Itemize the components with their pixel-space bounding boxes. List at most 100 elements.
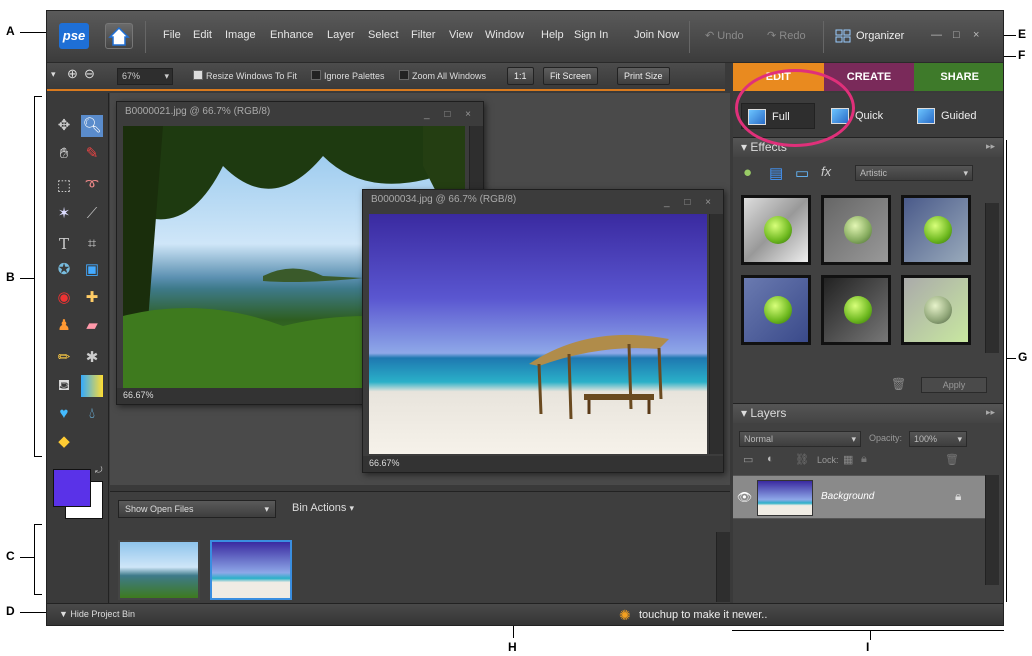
- close-icon[interactable]: ×: [973, 29, 979, 41]
- brush-tool-icon[interactable]: ✏: [53, 347, 75, 369]
- join-now-link[interactable]: Join Now: [634, 29, 679, 41]
- options-menu-icon[interactable]: ▾: [51, 69, 56, 80]
- lock-all-icon[interactable]: 🔒︎: [861, 453, 867, 466]
- bin-thumbnail-beach[interactable]: [210, 540, 292, 600]
- foreground-color-swatch-front[interactable]: [53, 469, 91, 507]
- opacity-input[interactable]: 100%: [909, 431, 967, 447]
- ignore-palettes-checkbox[interactable]: Ignore Palettes: [311, 70, 385, 81]
- smart-brush-icon[interactable]: ✱: [81, 347, 103, 369]
- hide-project-bin-button[interactable]: ▼ Hide Project Bin: [59, 609, 135, 619]
- menu-select[interactable]: Select: [368, 29, 399, 41]
- trash-icon[interactable]: 🗑︎: [891, 377, 906, 391]
- visibility-eye-icon[interactable]: 👁︎: [737, 490, 752, 504]
- blend-mode-dropdown[interactable]: Normal: [739, 431, 861, 447]
- marquee-tool-icon[interactable]: ⬚: [53, 175, 75, 197]
- organizer-button[interactable]: Organizer: [835, 25, 904, 47]
- all-effects-icon[interactable]: fx: [821, 164, 831, 179]
- document-window-controls[interactable]: _ □ ×: [664, 197, 717, 208]
- effect-thumbnail[interactable]: [901, 275, 971, 345]
- bin-thumbnail-tropical[interactable]: [118, 540, 200, 600]
- gradient-tool-icon[interactable]: [81, 375, 103, 397]
- document-scrollbar[interactable]: [709, 214, 723, 454]
- maximize-icon[interactable]: □: [953, 29, 960, 41]
- sponge-tool-icon[interactable]: ◆: [53, 431, 75, 453]
- menu-edit[interactable]: Edit: [193, 29, 212, 41]
- guided-edit-button[interactable]: Guided: [911, 103, 976, 129]
- red-eye-tool-icon[interactable]: ◉: [53, 287, 75, 309]
- undo-button[interactable]: ↶ Undo: [705, 29, 744, 42]
- fit-screen-button[interactable]: Fit Screen: [543, 67, 599, 85]
- resize-windows-checkbox[interactable]: Resize Windows To Fit: [193, 70, 297, 81]
- document-window-controls[interactable]: _ □ ×: [424, 109, 477, 120]
- new-layer-icon[interactable]: ▭: [743, 453, 753, 466]
- effects-panel-header[interactable]: ▾ Effects ▸▸: [733, 137, 1003, 157]
- layer-row[interactable]: 👁︎ Background 🔒︎: [733, 475, 989, 519]
- document-window[interactable]: B0000034.jpg @ 66.7% (RGB/8) _ □ × 66.67…: [362, 189, 724, 473]
- print-size-button[interactable]: Print Size: [617, 67, 670, 85]
- zoom-all-label: Zoom All Windows: [412, 71, 487, 81]
- menu-window[interactable]: Window: [485, 29, 524, 41]
- tab-share[interactable]: SHARE: [914, 63, 1003, 91]
- effect-thumbnail[interactable]: [821, 195, 891, 265]
- filters-icon[interactable]: ●: [743, 164, 752, 181]
- menu-help[interactable]: Help: [541, 29, 564, 41]
- sign-in-link[interactable]: Sign In: [574, 29, 608, 41]
- recompose-tool-icon[interactable]: ▣: [81, 259, 103, 281]
- paint-bucket-icon[interactable]: ⛾: [53, 375, 75, 397]
- effects-scrollbar[interactable]: [985, 203, 999, 353]
- type-tool-icon[interactable]: T: [53, 233, 75, 255]
- quick-selection-icon[interactable]: ⟋: [81, 203, 103, 225]
- panel-menu-icon[interactable]: ▸▸: [986, 407, 995, 418]
- menu-view[interactable]: View: [449, 29, 473, 41]
- panel-menu-icon[interactable]: ▸▸: [986, 141, 995, 152]
- hand-tool-icon[interactable]: ✋︎: [53, 143, 75, 165]
- photo-effects-icon[interactable]: ▭: [795, 164, 809, 182]
- menu-filter[interactable]: Filter: [411, 29, 435, 41]
- blur-tool-icon[interactable]: 💧︎: [81, 403, 103, 425]
- bin-scrollbar[interactable]: [716, 532, 730, 602]
- layer-styles-icon[interactable]: ▤: [769, 164, 783, 182]
- tab-create[interactable]: CREATE: [823, 63, 915, 91]
- tab-edit[interactable]: EDIT: [733, 63, 824, 91]
- link-icon[interactable]: ⛓︎: [795, 453, 809, 466]
- eraser-tool-icon[interactable]: ▰: [81, 315, 103, 337]
- eyedropper-tool-icon[interactable]: ✎: [81, 143, 103, 165]
- home-button[interactable]: [105, 23, 133, 49]
- bin-actions-menu[interactable]: Bin Actions ▾: [292, 502, 354, 514]
- quick-fix-button[interactable]: Quick: [825, 103, 883, 129]
- magic-wand-icon[interactable]: ✶: [53, 203, 75, 225]
- move-tool-icon[interactable]: ✥: [53, 115, 75, 137]
- swap-colors-icon[interactable]: ⤾: [95, 465, 103, 476]
- redo-button[interactable]: ↷ Redo: [767, 29, 806, 42]
- zoom-tool-icon[interactable]: 🔍︎: [81, 115, 103, 137]
- cookie-cutter-icon[interactable]: ✪: [53, 259, 75, 281]
- zoom-all-checkbox[interactable]: Zoom All Windows: [399, 70, 486, 81]
- custom-shape-icon[interactable]: ♥: [53, 403, 75, 425]
- menu-file[interactable]: File: [163, 29, 181, 41]
- minimize-icon[interactable]: —: [931, 29, 942, 41]
- lock-transparent-icon[interactable]: ▦: [843, 453, 853, 466]
- effect-thumbnail[interactable]: [901, 195, 971, 265]
- menu-layer[interactable]: Layer: [327, 29, 355, 41]
- actual-pixels-button[interactable]: 1:1: [507, 67, 534, 85]
- zoom-level-input[interactable]: 67% ▾: [117, 68, 173, 85]
- show-open-files-dropdown[interactable]: Show Open Files ▾: [118, 500, 276, 518]
- apply-effect-button[interactable]: Apply: [921, 377, 987, 393]
- clone-stamp-icon[interactable]: ♟: [53, 315, 75, 337]
- effect-thumbnail[interactable]: [821, 275, 891, 345]
- lasso-tool-icon[interactable]: ➰︎: [81, 175, 103, 197]
- effects-category-dropdown[interactable]: Artistic: [855, 165, 973, 181]
- zoom-in-icon[interactable]: ⊕: [67, 66, 78, 82]
- healing-brush-icon[interactable]: ✚: [81, 287, 103, 309]
- layers-scrollbar[interactable]: [985, 475, 999, 585]
- layers-panel-header[interactable]: ▾ Layers ▸▸: [733, 403, 1003, 423]
- effect-thumbnail[interactable]: [741, 275, 811, 345]
- menu-enhance[interactable]: Enhance: [270, 29, 313, 41]
- adjustment-layer-icon[interactable]: ◐: [767, 453, 774, 465]
- menu-image[interactable]: Image: [225, 29, 256, 41]
- crop-tool-icon[interactable]: ⌗: [81, 233, 103, 255]
- zoom-out-icon[interactable]: ⊖: [84, 66, 95, 82]
- effect-thumbnail[interactable]: [741, 195, 811, 265]
- full-edit-button[interactable]: Full: [741, 103, 815, 129]
- delete-layer-icon[interactable]: 🗑︎: [945, 453, 959, 466]
